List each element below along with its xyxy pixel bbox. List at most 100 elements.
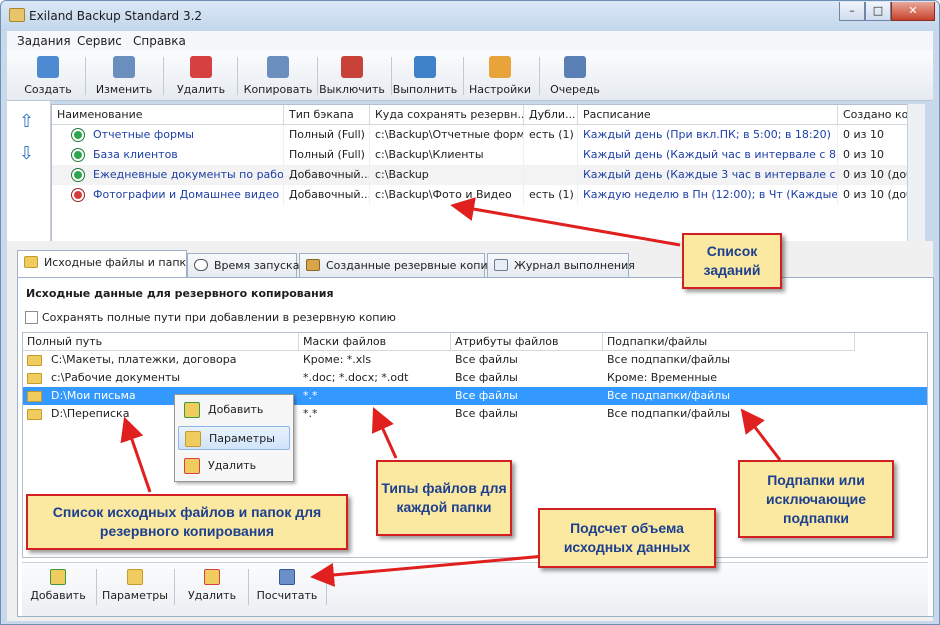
move-up-icon[interactable]: ⇧ bbox=[19, 113, 34, 131]
task-cell-dest: c:\Backup\Клиенты bbox=[370, 145, 524, 165]
menu-tasks[interactable]: Задания bbox=[17, 34, 71, 48]
callout-sources: Список исходных файлов и папок для резер… bbox=[26, 494, 348, 550]
save-full-paths-checkbox[interactable] bbox=[25, 311, 38, 324]
tab-created-copies[interactable]: Созданные резервные копии bbox=[299, 253, 495, 277]
context-delete[interactable]: Удалить bbox=[178, 454, 290, 478]
source-cell-path: c:\Рабочие документы bbox=[51, 371, 181, 384]
archive-icon bbox=[306, 259, 320, 271]
toolbar-separator bbox=[85, 57, 86, 95]
task-row[interactable]: Ежедневные документы по работе Добавочный… bbox=[52, 165, 908, 185]
task-row[interactable]: Отчетные формы Полный (Full) c:\Backup\Отч… bbox=[52, 125, 908, 145]
tab-label: Созданные резервные копии bbox=[326, 259, 495, 272]
task-list: Наименование Тип бэкапа Куда сохранять рез… bbox=[51, 104, 925, 242]
toolbar-button-2[interactable]: Удалить bbox=[169, 53, 233, 99]
tab-label: Журнал выполнения bbox=[514, 259, 635, 272]
menu-label: Параметры bbox=[209, 432, 275, 445]
task-cell-copies: 0 из 10 bbox=[838, 145, 908, 165]
toolbar-button-4[interactable]: Выключить bbox=[317, 53, 387, 99]
source-column-header[interactable]: Подпапки/файлы bbox=[603, 333, 855, 351]
toolbar-separator bbox=[163, 57, 164, 95]
source-row[interactable]: D:\Переписка *.* Все файлы Все подпапки/фай… bbox=[23, 405, 927, 423]
toolbar-button-7[interactable]: Очередь bbox=[543, 53, 607, 99]
task-cell-schedule: Каждый день (При вкл.ПК; в 5:00; в 18:20… bbox=[578, 125, 838, 145]
tab-log[interactable]: Журнал выполнения bbox=[487, 253, 635, 277]
task-column-header[interactable]: Наименование bbox=[52, 105, 284, 125]
move-down-icon[interactable]: ⇩ bbox=[19, 145, 34, 163]
add-source-button[interactable]: Добавить bbox=[28, 567, 88, 602]
task-status-icon bbox=[72, 169, 84, 181]
task-column-header[interactable]: Расписание bbox=[578, 105, 838, 125]
tab-label: Время запуска bbox=[214, 259, 300, 272]
tab-schedule[interactable]: Время запуска bbox=[187, 253, 300, 277]
toolbar-label: Удалить bbox=[176, 83, 226, 96]
source-cell-mask: *.doc; *.docx; *.odt bbox=[303, 371, 409, 384]
add-folder-icon bbox=[50, 569, 66, 585]
task-cell-schedule: Каждый день (Каждый час в интервале с 8:… bbox=[578, 145, 838, 165]
task-column-header[interactable]: Куда сохранять резервн... bbox=[370, 105, 524, 125]
task-row[interactable]: Фотографии и Домашнее видео Добавочный...… bbox=[52, 185, 908, 205]
toolbar-button-0[interactable]: Создать bbox=[15, 53, 81, 99]
menu-service[interactable]: Сервис bbox=[77, 34, 122, 48]
calculate-button[interactable]: Посчитать bbox=[254, 567, 320, 602]
task-column-header[interactable]: Дубли... bbox=[524, 105, 578, 125]
context-add[interactable]: Добавить bbox=[178, 398, 290, 422]
task-cell-name: Фотографии и Домашнее видео bbox=[88, 185, 284, 205]
toolbar-button-6[interactable]: Настройки bbox=[465, 53, 535, 99]
close-button[interactable]: ✕ bbox=[891, 2, 935, 21]
book-icon bbox=[494, 259, 508, 271]
toolbar-label: Создать bbox=[24, 83, 72, 96]
callout-subfolders: Подпапки или исключающие подпапки bbox=[738, 460, 894, 538]
task-cell-type: Добавочный... bbox=[284, 185, 370, 205]
section-title: Исходные данные для резервного копирован… bbox=[26, 287, 334, 300]
tab-source-files[interactable]: Исходные файлы и папки bbox=[17, 250, 193, 278]
button-label: Добавить bbox=[30, 589, 86, 602]
toolbar-label: Выполнить bbox=[392, 83, 458, 96]
source-cell-attrs: Все файлы bbox=[455, 389, 518, 402]
toolbar-button-5[interactable]: Выполнить bbox=[391, 53, 459, 99]
tab-label: Исходные файлы и папки bbox=[44, 256, 194, 269]
calculator-icon bbox=[279, 569, 295, 585]
source-cell-path: C:\Макеты, платежки, договора bbox=[51, 353, 237, 366]
delete-source-button[interactable]: Удалить bbox=[182, 567, 242, 602]
source-column-header[interactable]: Маски файлов bbox=[299, 333, 451, 351]
context-params[interactable]: Параметры bbox=[178, 426, 290, 450]
toolbar-separator bbox=[463, 57, 464, 95]
copy-task-icon bbox=[267, 56, 289, 78]
source-row[interactable]: C:\Макеты, платежки, договора Кроме: *.xl… bbox=[23, 351, 927, 369]
source-row[interactable]: D:\Мои письма *.* Все файлы Все подпапки/фа… bbox=[23, 387, 927, 405]
toolbar-button-3[interactable]: Копировать bbox=[243, 53, 313, 99]
source-cell-sub: Кроме: Временные bbox=[607, 371, 717, 384]
source-row[interactable]: c:\Рабочие документы *.doc; *.docx; *.odt… bbox=[23, 369, 927, 387]
task-row[interactable]: База клиентов Полный (Full) c:\Backup\Клие… bbox=[52, 145, 908, 165]
settings-icon bbox=[489, 56, 511, 78]
minimize-button[interactable]: – bbox=[839, 2, 865, 21]
source-cell-attrs: Все файлы bbox=[455, 371, 518, 384]
separator bbox=[174, 569, 175, 605]
callout-count: Подсчет объема исходных данных bbox=[538, 508, 716, 568]
maximize-button[interactable]: □ bbox=[865, 2, 891, 21]
task-column-header[interactable]: Тип бэкапа bbox=[284, 105, 370, 125]
task-cell-type: Добавочный... bbox=[284, 165, 370, 185]
checkbox-label: Сохранять полные пути при добавлении в р… bbox=[42, 311, 396, 324]
app-icon bbox=[9, 8, 25, 22]
task-cell-dest: c:\Backup bbox=[370, 165, 524, 185]
source-toolbar: Добавить Параметры Удалить Посчитать bbox=[22, 562, 928, 616]
task-cell-dest: c:\Backup\Фото и Видео bbox=[370, 185, 524, 205]
source-column-header[interactable]: Полный путь bbox=[23, 333, 299, 351]
task-cell-dup: есть (1) bbox=[524, 125, 578, 145]
task-cell-dup bbox=[524, 145, 578, 165]
source-cell-mask: Кроме: *.xls bbox=[303, 353, 372, 366]
task-list-scrollbar[interactable] bbox=[907, 104, 925, 242]
source-params-button[interactable]: Параметры bbox=[102, 567, 168, 602]
toolbar-button-1[interactable]: Изменить bbox=[89, 53, 159, 99]
window-title: Exiland Backup Standard 3.2 bbox=[29, 9, 203, 23]
task-cell-schedule: Каждую неделю в Пн (12:00); в Чт (Каждые… bbox=[578, 185, 838, 205]
source-cell-sub: Все подпапки/файлы bbox=[607, 407, 731, 420]
menu-help[interactable]: Справка bbox=[133, 34, 186, 48]
toolbar-label: Очередь bbox=[550, 83, 600, 96]
source-column-header[interactable]: Атрибуты файлов bbox=[451, 333, 603, 351]
task-column-header[interactable]: Создано копий bbox=[838, 105, 908, 125]
separator bbox=[248, 569, 249, 605]
source-cell-sub: Все подпапки/файлы bbox=[607, 353, 731, 366]
source-cell-mask: *.* bbox=[303, 389, 318, 402]
